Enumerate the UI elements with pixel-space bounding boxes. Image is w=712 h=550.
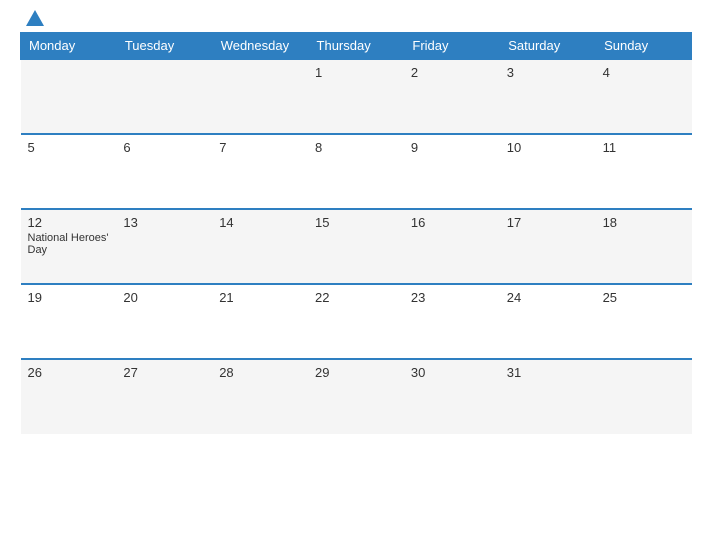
day-number: 15 [315,215,397,230]
day-number: 13 [123,215,205,230]
calendar-cell: 8 [308,134,404,209]
calendar-cell: 5 [21,134,117,209]
calendar-cell: 13 [116,209,212,284]
calendar-week-row: 19 20 21 22 23 24 25 [21,284,692,359]
calendar-cell [596,359,692,434]
day-number: 4 [603,65,685,80]
calendar-week-row: 26 27 28 29 30 31 [21,359,692,434]
day-header-tuesday: Tuesday [116,33,212,60]
calendar-cell: 12 National Heroes' Day [21,209,117,284]
calendar-cell: 14 [212,209,308,284]
day-number: 7 [219,140,301,155]
calendar-cell: 1 [308,59,404,134]
calendar-cell: 19 [21,284,117,359]
day-number: 25 [603,290,685,305]
logo-triangle-icon [26,10,44,26]
day-number: 24 [507,290,589,305]
day-number: 30 [411,365,493,380]
calendar-cell: 29 [308,359,404,434]
day-header-friday: Friday [404,33,500,60]
calendar-cell: 27 [116,359,212,434]
day-header-sunday: Sunday [596,33,692,60]
calendar-cell: 17 [500,209,596,284]
calendar-week-row: 12 National Heroes' Day 13 14 15 16 17 18 [21,209,692,284]
calendar-cell: 22 [308,284,404,359]
calendar-cell: 9 [404,134,500,209]
calendar-cell: 18 [596,209,692,284]
day-number: 26 [28,365,110,380]
calendar-cell: 4 [596,59,692,134]
day-number: 10 [507,140,589,155]
calendar-cell: 25 [596,284,692,359]
day-number: 14 [219,215,301,230]
day-number: 16 [411,215,493,230]
calendar-cell: 2 [404,59,500,134]
holiday-label: National Heroes' Day [28,232,110,256]
day-number: 1 [315,65,397,80]
day-number: 6 [123,140,205,155]
day-number: 12 [28,215,110,230]
calendar-cell: 3 [500,59,596,134]
calendar-cell [116,59,212,134]
calendar-cell: 30 [404,359,500,434]
calendar-cell [21,59,117,134]
calendar-week-row: 1234 [21,59,692,134]
day-number: 21 [219,290,301,305]
calendar-cell [212,59,308,134]
calendar-cell: 15 [308,209,404,284]
day-number: 9 [411,140,493,155]
day-number: 11 [603,140,685,155]
calendar-cell: 23 [404,284,500,359]
calendar-cell: 26 [21,359,117,434]
day-number: 23 [411,290,493,305]
logo [20,10,44,26]
day-number: 27 [123,365,205,380]
calendar-cell: 31 [500,359,596,434]
day-number: 31 [507,365,589,380]
day-number: 2 [411,65,493,80]
calendar-cell: 6 [116,134,212,209]
day-number: 20 [123,290,205,305]
day-number: 5 [28,140,110,155]
day-number: 3 [507,65,589,80]
header [20,10,692,26]
calendar-week-row: 56789 10 11 [21,134,692,209]
calendar-table: MondayTuesdayWednesdayThursdayFridaySatu… [20,32,692,434]
day-header-wednesday: Wednesday [212,33,308,60]
day-number: 28 [219,365,301,380]
day-number: 18 [603,215,685,230]
day-number: 29 [315,365,397,380]
calendar-cell: 24 [500,284,596,359]
day-number: 17 [507,215,589,230]
calendar-cell: 7 [212,134,308,209]
day-header-saturday: Saturday [500,33,596,60]
day-number: 19 [28,290,110,305]
day-number: 8 [315,140,397,155]
calendar-cell: 20 [116,284,212,359]
day-header-monday: Monday [21,33,117,60]
calendar-cell: 21 [212,284,308,359]
day-number: 22 [315,290,397,305]
calendar-cell: 11 [596,134,692,209]
calendar-cell: 10 [500,134,596,209]
calendar-cell: 16 [404,209,500,284]
day-header-thursday: Thursday [308,33,404,60]
calendar-header-row: MondayTuesdayWednesdayThursdayFridaySatu… [21,33,692,60]
calendar-cell: 28 [212,359,308,434]
